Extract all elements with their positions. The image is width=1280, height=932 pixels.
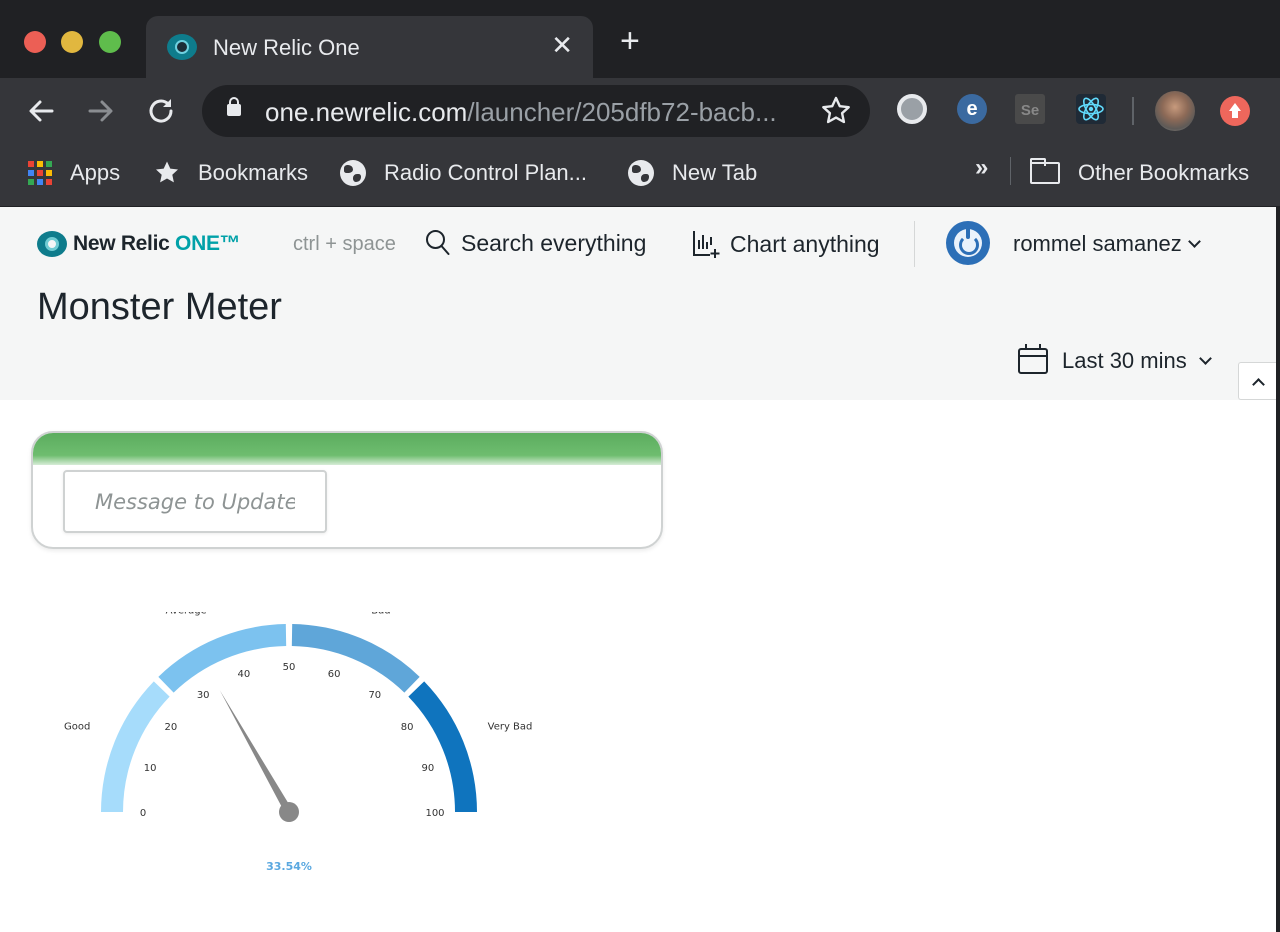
chart-anything-button[interactable]: Chart anything bbox=[692, 229, 880, 259]
bookmark-radio-control[interactable]: Radio Control Plan... bbox=[340, 158, 587, 188]
logo-text-main: New Relic bbox=[73, 232, 176, 255]
globe-icon bbox=[628, 160, 654, 186]
tab-close-icon[interactable]: ✕ bbox=[551, 32, 573, 58]
browser-tab-active[interactable]: New Relic One ✕ bbox=[146, 16, 593, 78]
selenium-extension-icon[interactable]: Se bbox=[1015, 94, 1045, 124]
forward-arrow-icon[interactable] bbox=[84, 94, 118, 128]
logo-text-one: ONE™ bbox=[175, 232, 241, 255]
search-shortcut-hint: ctrl + space bbox=[293, 233, 396, 255]
extension-1-icon[interactable] bbox=[897, 94, 927, 124]
search-icon bbox=[426, 230, 450, 255]
message-to-update-input[interactable] bbox=[63, 470, 327, 533]
bookmarks-divider bbox=[1010, 157, 1011, 185]
page-title: Monster Meter bbox=[37, 286, 282, 328]
new-relic-logo-icon bbox=[37, 231, 67, 257]
time-range-label: Last 30 mins bbox=[1062, 348, 1187, 373]
gauge-needle-pivot bbox=[279, 802, 299, 822]
gauge-tick-label: 0 bbox=[140, 808, 146, 819]
react-devtools-icon[interactable] bbox=[1076, 94, 1106, 124]
reload-icon[interactable] bbox=[144, 94, 178, 128]
gauge-band-label: Average bbox=[166, 612, 207, 616]
gauge-band-label: Bad bbox=[371, 612, 390, 616]
window-close-button[interactable] bbox=[24, 31, 46, 53]
chevron-down-icon bbox=[1198, 352, 1212, 365]
bookmark-label: New Tab bbox=[672, 160, 758, 185]
toolbar-divider bbox=[1132, 97, 1134, 125]
nr-header: New Relic ONE™ ctrl + space Search every… bbox=[0, 207, 1276, 400]
bookmark-star-icon[interactable] bbox=[820, 95, 852, 127]
gauge-tick-label: 80 bbox=[401, 722, 414, 733]
calendar-icon bbox=[1018, 344, 1048, 374]
gauge-band-good bbox=[101, 681, 170, 812]
card-status-bar bbox=[33, 433, 661, 465]
gauge-band-very-bad bbox=[408, 681, 477, 812]
gauge-tick-label: 20 bbox=[165, 722, 178, 733]
gauge-tick-label: 40 bbox=[238, 669, 251, 680]
gauge-tick-label: 10 bbox=[144, 763, 157, 774]
url-path: /launcher/205dfb72-bacb... bbox=[467, 97, 777, 127]
bookmark-label: Bookmarks bbox=[198, 160, 309, 185]
new-tab-button[interactable]: + bbox=[620, 24, 640, 58]
search-everything-button[interactable]: Search everything bbox=[425, 229, 646, 257]
monster-meter-gauge: Good Average Bad Very Bad 0 10 20 30 40 50 60 70 80 9… bbox=[64, 612, 533, 873]
window-minimize-button[interactable] bbox=[61, 31, 83, 53]
folder-icon bbox=[1030, 158, 1060, 184]
other-bookmarks[interactable]: Other Bookmarks bbox=[1030, 158, 1249, 188]
chart-anything-label: Chart anything bbox=[730, 230, 880, 257]
gauge-band-bad bbox=[291, 624, 420, 693]
collapse-header-chevron-up-icon[interactable] bbox=[1238, 362, 1276, 400]
address-bar[interactable]: one.newrelic.com/launcher/205dfb72-bacb.… bbox=[202, 85, 870, 137]
gauge-tick-label: 30 bbox=[197, 690, 210, 701]
page-viewport: New Relic ONE™ ctrl + space Search every… bbox=[0, 207, 1276, 932]
window-maximize-button[interactable] bbox=[99, 31, 121, 53]
bookmark-new-tab[interactable]: New Tab bbox=[628, 158, 757, 188]
chart-add-icon bbox=[693, 231, 720, 258]
user-name-label: rommel samanez bbox=[1013, 231, 1182, 256]
bookmark-bookmarks[interactable]: Bookmarks bbox=[154, 158, 308, 188]
user-menu[interactable]: rommel samanez bbox=[1013, 231, 1201, 257]
gauge-band-label: Good bbox=[64, 722, 90, 733]
bookmarks-overflow-chevron-icon[interactable]: » bbox=[975, 154, 988, 182]
time-range-picker[interactable]: Last 30 mins bbox=[1018, 344, 1212, 374]
gauge-tick-label: 50 bbox=[283, 662, 296, 673]
star-icon bbox=[156, 161, 178, 183]
bookmark-label: Radio Control Plan... bbox=[384, 160, 587, 185]
message-card bbox=[31, 431, 663, 549]
bookmark-apps[interactable]: Apps bbox=[28, 158, 120, 188]
bookmark-label: Apps bbox=[70, 160, 121, 185]
power-stem bbox=[966, 225, 970, 239]
gauge-tick-label: 60 bbox=[328, 669, 341, 680]
gauge-band-average bbox=[158, 624, 287, 693]
new-relic-logo[interactable]: New Relic ONE™ bbox=[37, 231, 241, 257]
gauge-tick-label: 100 bbox=[425, 808, 444, 819]
back-arrow-icon[interactable] bbox=[24, 94, 58, 128]
browser-toolbar: one.newrelic.com/launcher/205dfb72-bacb.… bbox=[0, 78, 1280, 144]
gauge-tick-label: 90 bbox=[421, 763, 434, 774]
url-host: one.newrelic.com bbox=[265, 97, 468, 127]
globe-icon bbox=[340, 160, 366, 186]
header-divider bbox=[914, 221, 915, 267]
url-text[interactable]: one.newrelic.com/launcher/205dfb72-bacb.… bbox=[265, 97, 777, 128]
gauge-value-label: 33.54% bbox=[266, 860, 312, 873]
extension-e-icon[interactable]: e bbox=[957, 94, 987, 124]
logo-text: New Relic ONE™ bbox=[73, 232, 241, 256]
apps-grid-icon bbox=[28, 161, 52, 185]
gauge-tick-label: 70 bbox=[368, 690, 381, 701]
tab-title: New Relic One bbox=[213, 35, 360, 60]
gauge-needle bbox=[219, 690, 293, 814]
chevron-down-icon bbox=[1187, 235, 1201, 248]
profile-avatar[interactable] bbox=[1155, 91, 1195, 131]
browser-titlebar: New Relic One ✕ + bbox=[0, 0, 1280, 78]
new-relic-favicon-icon bbox=[167, 34, 197, 60]
other-bookmarks-label: Other Bookmarks bbox=[1078, 160, 1250, 185]
gauge-band-label: Very Bad bbox=[488, 722, 533, 733]
search-everything-label: Search everything bbox=[461, 229, 647, 256]
lock-icon[interactable] bbox=[227, 97, 241, 116]
chrome-update-icon[interactable] bbox=[1220, 96, 1250, 126]
